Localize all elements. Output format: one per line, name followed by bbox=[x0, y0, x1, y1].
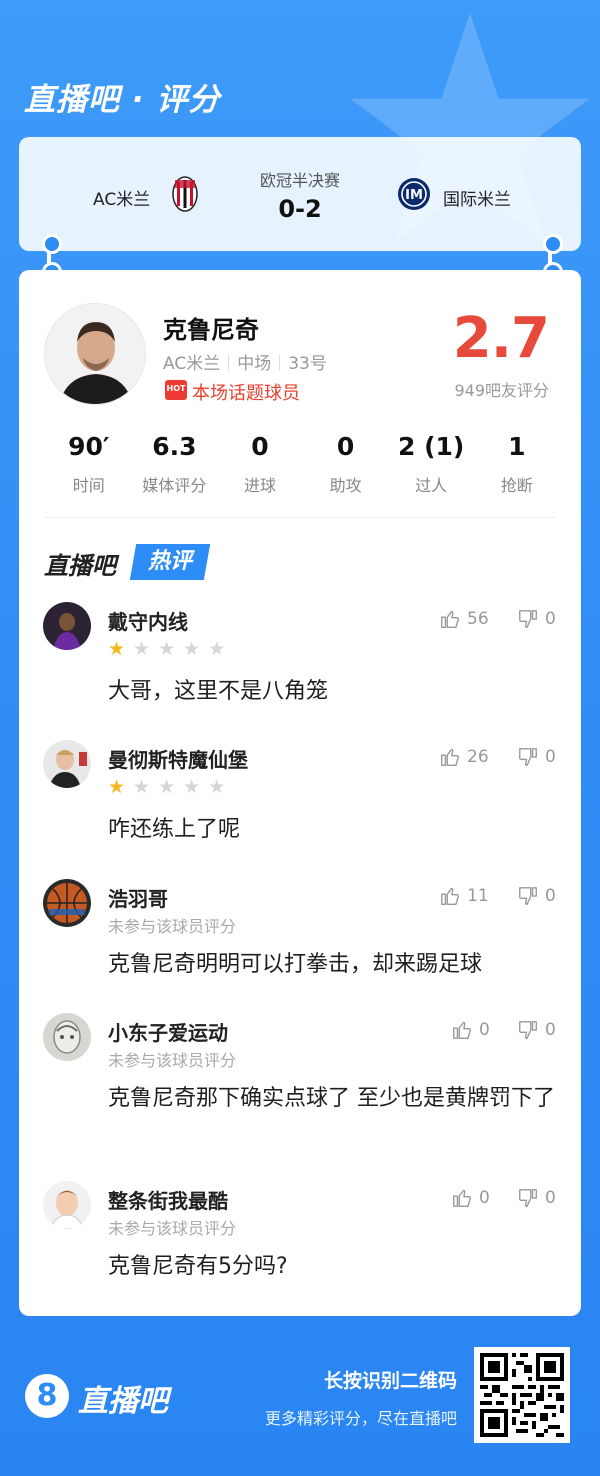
stat-dribbles: 2 (1) 过人 bbox=[397, 432, 465, 495]
thumbs-up-icon bbox=[441, 610, 459, 628]
qr-instruction: 长按识别二维码 bbox=[323, 1370, 457, 1392]
comment-text: 克鲁尼奇明明可以打拳击，却来踢足球 bbox=[108, 952, 483, 977]
player-stats: 90′ 时间 6.3 媒体评分 0 进球 0 助攻 2 (1) 过人 1 抢断 bbox=[46, 430, 560, 500]
hot-comments-title: 直播吧 bbox=[44, 552, 116, 580]
not-rated-note: 未参与该球员评分 bbox=[108, 1051, 237, 1070]
commenter-avatar[interactable] bbox=[43, 879, 91, 927]
thumbs-up-icon bbox=[453, 1021, 471, 1039]
not-rated-note: 未参与该球员评分 bbox=[108, 917, 237, 936]
player-team: AC米兰 bbox=[163, 354, 221, 374]
star-icon: ★ bbox=[183, 638, 201, 660]
thumbs-down-icon bbox=[519, 610, 537, 628]
stat-goals: 0 进球 bbox=[243, 432, 276, 495]
dislike-count: 0 bbox=[545, 1188, 556, 1208]
comment-text: 大哥，这里不是八角笼 bbox=[108, 679, 329, 704]
commenter-name[interactable]: 曼彻斯特魔仙堡 bbox=[108, 744, 248, 773]
star-icon: ★ bbox=[108, 638, 126, 660]
thumbs-down-icon bbox=[519, 748, 537, 766]
commenter-avatar[interactable] bbox=[43, 1181, 91, 1229]
dislike-button[interactable]: 0 bbox=[517, 1019, 556, 1041]
commenter-name[interactable]: 浩羽哥 bbox=[108, 883, 168, 912]
commenter-avatar[interactable] bbox=[43, 602, 91, 650]
star-icon: ★ bbox=[133, 638, 151, 660]
not-rated-note: 未参与该球员评分 bbox=[108, 1219, 237, 1238]
player-number: 33号 bbox=[288, 354, 327, 374]
like-button[interactable]: 26 bbox=[439, 746, 489, 768]
qr-code-icon bbox=[480, 1353, 564, 1437]
thumbs-down-icon bbox=[519, 887, 537, 905]
player-name: 克鲁尼奇 bbox=[163, 316, 259, 344]
star-icon: ★ bbox=[208, 638, 226, 660]
thumbs-up-icon bbox=[441, 887, 459, 905]
dislike-button[interactable]: 0 bbox=[517, 885, 556, 907]
commenter-avatar[interactable] bbox=[43, 1013, 91, 1061]
fan-rating-score: 2.7 bbox=[452, 306, 550, 371]
divider bbox=[44, 517, 556, 518]
thumbs-up-icon bbox=[453, 1189, 471, 1207]
comment-text: 克鲁尼奇有5分吗? bbox=[108, 1254, 288, 1279]
qr-code[interactable] bbox=[474, 1347, 570, 1443]
thumbs-down-icon bbox=[519, 1189, 537, 1207]
star-icon: ★ bbox=[158, 776, 176, 798]
star-rating: ★ ★ ★ ★ ★ bbox=[108, 778, 225, 797]
like-count: 0 bbox=[479, 1020, 490, 1040]
svg-text:IM: IM bbox=[405, 188, 423, 203]
like-button[interactable]: 11 bbox=[439, 885, 489, 907]
footer-brand-name: 直播吧 bbox=[78, 1384, 168, 1419]
star-rating: ★ ★ ★ ★ ★ bbox=[108, 640, 225, 659]
stat-tackles: 1 抢断 bbox=[500, 432, 533, 495]
commenter-name[interactable]: 小东子爱运动 bbox=[108, 1017, 228, 1046]
hot-comments-badge: 热评 bbox=[129, 544, 211, 580]
like-count: 11 bbox=[467, 886, 489, 906]
inter-milan-logo-icon: IM bbox=[398, 178, 430, 210]
thumbs-up-icon bbox=[441, 748, 459, 766]
away-team-name: 国际米兰 bbox=[443, 190, 511, 210]
star-icon: ★ bbox=[133, 776, 151, 798]
like-button[interactable]: 0 bbox=[451, 1019, 490, 1041]
star-icon: ★ bbox=[208, 776, 226, 798]
hot-topic-label: 本场话题球员 bbox=[192, 383, 300, 404]
like-count: 0 bbox=[479, 1188, 490, 1208]
like-count: 56 bbox=[467, 609, 489, 629]
comment-text: 克鲁尼奇那下确实点球了 至少也是黄牌罚下了 bbox=[108, 1086, 555, 1111]
commenter-name[interactable]: 戴守内线 bbox=[108, 606, 188, 635]
player-meta: AC米兰 中场 33号 bbox=[163, 349, 327, 374]
dislike-button[interactable]: 0 bbox=[517, 746, 556, 768]
like-button[interactable]: 0 bbox=[451, 1187, 490, 1209]
player-position: 中场 bbox=[237, 354, 272, 374]
like-count: 26 bbox=[467, 747, 489, 767]
brand-logo-icon: 8 bbox=[25, 1374, 69, 1418]
dislike-button[interactable]: 0 bbox=[517, 608, 556, 630]
star-icon: ★ bbox=[183, 776, 201, 798]
dislike-count: 0 bbox=[545, 1020, 556, 1040]
fan-rating-count: 949吧友评分 bbox=[454, 381, 549, 400]
dislike-count: 0 bbox=[545, 609, 556, 629]
like-button[interactable]: 56 bbox=[439, 608, 489, 630]
meta-separator bbox=[228, 355, 230, 371]
dislike-count: 0 bbox=[545, 886, 556, 906]
comment-text: 咋还练上了呢 bbox=[108, 817, 241, 842]
match-card: AC米兰 欧冠半决赛 0-2 IM 国际米兰 bbox=[19, 137, 581, 251]
stat-assists: 0 助攻 bbox=[329, 432, 362, 495]
player-rating-card: 克鲁尼奇 AC米兰 中场 33号 HOT 本场话题球员 2.7 949吧友评分 90… bbox=[19, 270, 581, 1316]
thumbs-down-icon bbox=[519, 1021, 537, 1039]
commenter-name[interactable]: 整条街我最酷 bbox=[108, 1185, 228, 1214]
commenter-avatar[interactable] bbox=[43, 740, 91, 788]
footer-tagline: 更多精彩评分，尽在直播吧 bbox=[264, 1409, 457, 1428]
stat-media-rating: 6.3 媒体评分 bbox=[142, 432, 207, 495]
app-title: 直播吧 · 评分 bbox=[24, 82, 221, 118]
hot-badge-icon: HOT bbox=[165, 380, 187, 400]
stat-minutes: 90′ 时间 bbox=[68, 432, 110, 495]
meta-separator bbox=[279, 355, 281, 371]
dislike-count: 0 bbox=[545, 747, 556, 767]
star-icon: ★ bbox=[108, 776, 126, 798]
star-icon: ★ bbox=[158, 638, 176, 660]
player-avatar bbox=[44, 303, 146, 405]
dislike-button[interactable]: 0 bbox=[517, 1187, 556, 1209]
